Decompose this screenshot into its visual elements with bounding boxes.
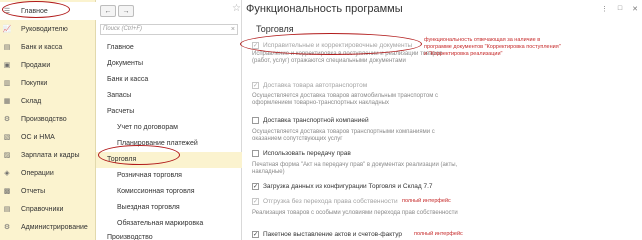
sidebar-item-label: Банк и касса (21, 43, 63, 51)
option-label: Доставка товара автотранспортом (263, 82, 368, 89)
maximize-icon[interactable]: □ (618, 5, 622, 13)
forward-button[interactable]: → (118, 5, 134, 17)
page-title: Функциональность программы (246, 3, 403, 15)
option-rights-transfer[interactable]: Использовать передачу прав (252, 150, 452, 157)
salary-icon: ▨ (3, 152, 11, 159)
option-auto-delivery[interactable]: ✓ Доставка товара автотранспортом (252, 82, 452, 89)
nav-item-production[interactable]: Производство (96, 230, 242, 240)
sidebar-item-label: Администрирование (21, 223, 88, 231)
sidebar-item-label: Покупки (21, 79, 48, 87)
search-input[interactable]: Поиск (Ctrl+F) × (100, 24, 238, 35)
option-data-import[interactable]: ✓ Загрузка данных из конфигурации Торгов… (252, 183, 452, 190)
sidebar-item-main[interactable]: ☰ Главное (0, 2, 96, 20)
option-label: Пакетное выставление актов и счетов-факт… (263, 231, 403, 238)
nav-item-trade[interactable]: Торговля (96, 152, 242, 168)
nav-item-stock[interactable]: Запасы (96, 88, 242, 104)
nav-item-commission[interactable]: Комиссионная торговля (96, 184, 242, 200)
sidebar-item-label: Зарплата и кадры (21, 151, 80, 159)
sidebar-item-label: Производство (21, 115, 67, 123)
option-description: Печатная форма "Акт на передачу прав" в … (252, 162, 458, 175)
sidebar-item-label: Главное (21, 7, 48, 15)
checkbox[interactable]: ✓ (252, 183, 259, 190)
sidebar-item-warehouse[interactable]: ▦ Склад (0, 92, 96, 110)
search-placeholder: Поиск (Ctrl+F) (103, 26, 143, 32)
nav-item-payment-planning[interactable]: Планирование платежей (96, 136, 242, 152)
checkbox[interactable] (252, 117, 259, 124)
sidebar-item-catalogs[interactable]: ▤ Справочники (0, 200, 96, 218)
sidebar-item-sales[interactable]: ▣ Продажи (0, 56, 96, 74)
production-icon: ⚙ (3, 116, 11, 123)
sidebar-item-label: Операции (21, 169, 54, 177)
sidebar-item-label: Отчеты (21, 187, 46, 195)
sidebar-item-reports[interactable]: ▩ Отчеты (0, 182, 96, 200)
warehouse-icon: ▦ (3, 98, 11, 105)
sidebar-item-purchases[interactable]: ▥ Покупки (0, 74, 96, 92)
annotation-note: функциональность отвечающая за наличие в… (424, 37, 561, 57)
sidebar-item-production[interactable]: ⚙ Производство (0, 110, 96, 128)
sidebar-item-label: ОС и НМА (21, 133, 55, 141)
sidebar-item-operations[interactable]: ◈ Операции (0, 164, 96, 182)
sidebar-item-assets[interactable]: ▧ ОС и НМА (0, 128, 96, 146)
sidebar-item-label: Руководителю (21, 25, 68, 33)
checkbox[interactable]: ✓ (252, 198, 259, 205)
nav-item-bank[interactable]: Банк и касса (96, 72, 242, 88)
main-content: ☆ Функциональность программы ⋮ □ ✕ Торго… (232, 0, 642, 240)
checkbox[interactable]: ✓ (252, 42, 259, 49)
bank-icon: ▤ (3, 44, 11, 51)
option-label: Использовать передачу прав (263, 150, 351, 157)
clear-icon[interactable]: × (231, 25, 235, 34)
hamburger-icon: ☰ (3, 8, 11, 15)
chart-icon: 📈 (2, 26, 12, 33)
sidebar-item-manager[interactable]: 📈 Руководителю (0, 20, 96, 38)
sidebar-item-label: Справочники (21, 205, 64, 213)
option-label: Исправительные и корректировочные докуме… (263, 42, 413, 49)
option-label: Доставка транспортной компанией (263, 117, 369, 124)
sidebar-item-admin[interactable]: ⚙ Администрирование (0, 218, 96, 236)
full-interface-tag: полный интерфейс (402, 198, 451, 204)
nav-item-settlements[interactable]: Расчеты (96, 104, 242, 120)
sales-icon: ▣ (3, 62, 11, 69)
option-corrective-docs[interactable]: ✓ Исправительные и корректировочные доку… (252, 42, 452, 49)
option-description: Осуществляется доставка товаров автомоби… (252, 93, 439, 106)
app-sidebar: ☰ Главное 📈 Руководителю ▤ Банк и касса … (0, 0, 96, 240)
section-title: Торговля (256, 24, 294, 34)
back-button[interactable]: ← (100, 5, 116, 17)
nav-item-field-trade[interactable]: Выездная торговля (96, 200, 242, 216)
assets-icon: ▧ (3, 134, 11, 141)
favorite-star-icon[interactable]: ☆ (232, 3, 241, 14)
option-description: Осуществляется доставка товаров транспор… (252, 129, 435, 142)
sidebar-item-label: Склад (21, 97, 42, 105)
checkbox[interactable]: ✓ (252, 231, 259, 238)
checkbox[interactable] (252, 150, 259, 157)
full-interface-tag: полный интерфейс (414, 231, 463, 237)
nav-item-main[interactable]: Главное (96, 40, 242, 56)
more-icon[interactable]: ⋮ (601, 5, 608, 13)
operations-icon: ◈ (4, 170, 10, 177)
option-transport-company[interactable]: Доставка транспортной компанией (252, 117, 452, 124)
sidebar-item-bank[interactable]: ▤ Банк и касса (0, 38, 96, 56)
option-label: Загрузка данных из конфигурации Торговля… (263, 183, 433, 190)
nav-item-contracts[interactable]: Учет по договорам (96, 120, 242, 136)
nav-item-retail[interactable]: Розничная торговля (96, 168, 242, 184)
option-label: Отгрузка без перехода права собственност… (263, 198, 398, 205)
nav-item-documents[interactable]: Документы (96, 56, 242, 72)
purchases-icon: ▥ (3, 80, 11, 87)
admin-icon: ⚙ (3, 224, 11, 231)
sidebar-item-label: Продажи (21, 61, 51, 69)
close-icon[interactable]: ✕ (632, 5, 638, 13)
option-description: Реализация товаров с особыми условиями п… (252, 210, 458, 216)
nav-history: ← → (100, 5, 134, 17)
section-nav-panel: ← → Поиск (Ctrl+F) × Главное Документы Б… (96, 0, 242, 240)
sidebar-item-salary[interactable]: ▨ Зарплата и кадры (0, 146, 96, 164)
checkbox[interactable]: ✓ (252, 82, 259, 89)
reports-icon: ▩ (3, 188, 11, 195)
window-controls: ⋮ □ ✕ (601, 5, 638, 13)
catalogs-icon: ▤ (3, 206, 11, 213)
